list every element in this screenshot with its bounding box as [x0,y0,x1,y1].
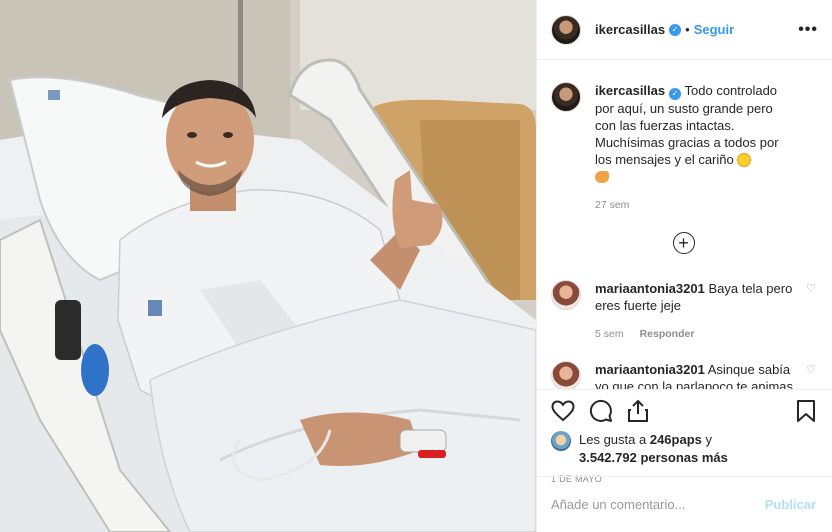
publish-button[interactable]: Publicar [765,497,816,512]
heart-icon[interactable] [551,400,575,422]
post-photo[interactable] [0,0,536,532]
author-avatar[interactable] [551,14,581,45]
follow-button[interactable]: Seguir [694,22,734,37]
caption-username[interactable]: ikercasillas [595,83,665,98]
likes-prefix: Les gusta a [579,432,647,447]
author-username[interactable]: ikercasillas [595,22,665,37]
commenter-avatar[interactable] [551,361,581,389]
comment-input[interactable] [551,497,765,512]
comment-username[interactable]: mariaantonia3201 [595,362,705,377]
add-comment-bar: Publicar [537,476,832,532]
caption-body: ikercasillas ✓ Todo controlado por aquí, … [595,82,795,214]
likes-count[interactable]: 3.542.792 personas más [579,450,728,465]
caption-time[interactable]: 27 sem [595,199,629,211]
post-side-panel: ikercasillas ✓ • Seguir ••• ikercasillas… [536,0,832,532]
comment-body: mariaantonia3201 Baya tela pero eres fue… [595,280,795,343]
likes-conj: y [705,432,713,447]
comment-item: mariaantonia3201 Baya tela pero eres fue… [551,280,816,343]
load-more-comments-icon[interactable]: + [672,232,695,254]
comment-meta: 5 sem Responder [595,326,795,343]
separator-dot: • [685,22,690,37]
comment-username[interactable]: mariaantonia3201 [595,281,705,296]
comments-list[interactable]: ikercasillas ✓ Todo controlado por aquí, … [537,60,832,390]
more-options-icon[interactable]: ••• [798,21,818,39]
caption: ikercasillas ✓ Todo controlado por aquí, … [551,82,816,214]
post-header: ikercasillas ✓ • Seguir ••• [537,0,832,60]
reply-button[interactable]: Responder [640,328,695,340]
share-icon[interactable] [627,399,649,423]
post-actions [537,390,832,423]
bookmark-icon[interactable] [796,399,816,423]
hospital-photo-illustration [0,0,536,532]
verified-badge-icon: ✓ [669,88,682,100]
caption-avatar[interactable] [551,82,581,112]
comment-icon[interactable] [589,399,613,423]
likes-text: Les gusta a 246paps y 3.542.792 personas… [579,431,728,467]
comment-item: mariaantonia3201 Asinque sabía yo que co… [551,361,816,389]
smile-emoji-icon [737,153,752,167]
like-comment-heart-icon[interactable]: ♡ [806,363,816,376]
likes-summary: Les gusta a 246paps y 3.542.792 personas… [537,423,832,467]
caption-meta: 27 sem [595,197,795,214]
flexed-biceps-emoji-icon [595,171,609,183]
verified-badge-icon: ✓ [669,23,682,36]
comment-time[interactable]: 5 sem [595,328,624,340]
like-comment-heart-icon[interactable]: ♡ [806,282,816,295]
likes-user[interactable]: 246paps [650,432,702,447]
comment-body: mariaantonia3201 Asinque sabía yo que co… [595,361,795,389]
commenter-avatar[interactable] [551,280,581,310]
liker-avatar[interactable] [551,431,571,451]
